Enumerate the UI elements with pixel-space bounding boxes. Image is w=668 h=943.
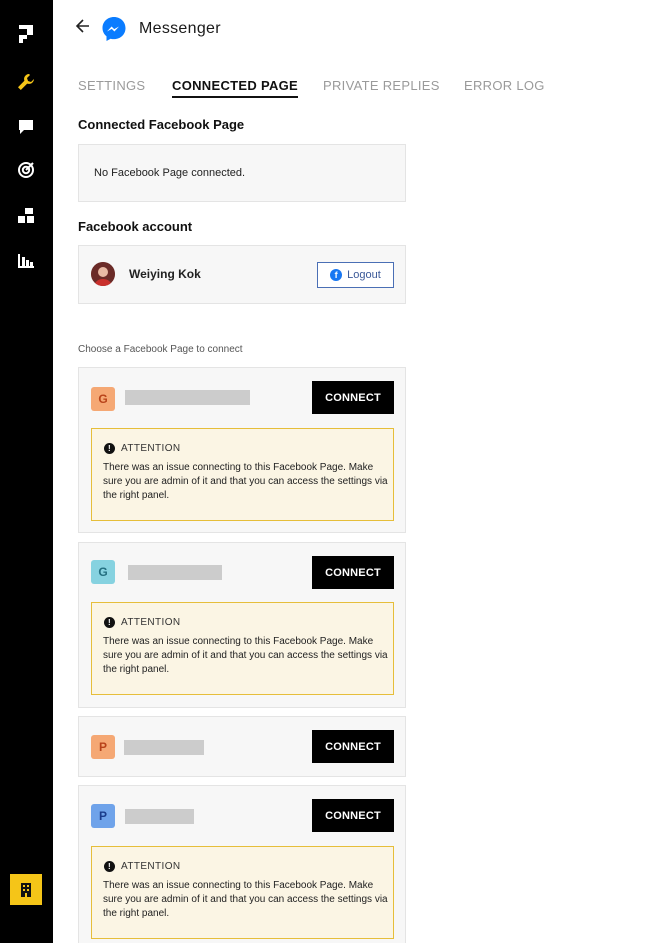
page-name-redacted [125, 809, 194, 824]
connected-page-heading: Connected Facebook Page [78, 117, 245, 132]
connected-page-status: No Facebook Page connected. [94, 167, 246, 179]
logo-icon[interactable] [14, 22, 38, 46]
tab-connected-page[interactable]: CONNECTED PAGE [172, 78, 299, 98]
page-card: G CONNECT ! ATTENTION There was an issue… [78, 542, 406, 708]
messenger-logo-icon [101, 16, 127, 42]
attention-text: There was an issue connecting to this Fa… [103, 880, 388, 919]
page-name-redacted [125, 390, 250, 405]
building-icon[interactable] [10, 874, 42, 905]
facebook-account-heading: Facebook account [78, 219, 193, 234]
sidebar [0, 0, 53, 943]
connect-button[interactable]: CONNECT [312, 730, 394, 763]
page-initial-badge: P [91, 735, 115, 759]
logout-label: Logout [347, 269, 381, 281]
header: Messenger [53, 0, 668, 60]
exclamation-icon: ! [104, 861, 115, 872]
tab-private-replies[interactable]: PRIVATE REPLIES [323, 78, 440, 93]
connected-page-box: No Facebook Page connected. [78, 144, 406, 202]
attention-text: There was an issue connecting to this Fa… [103, 636, 388, 675]
chat-icon[interactable] [14, 115, 38, 139]
attention-title: ATTENTION [121, 861, 181, 872]
avatar [91, 262, 115, 286]
attention-title: ATTENTION [121, 617, 181, 628]
tab-settings[interactable]: SETTINGS [78, 78, 145, 93]
page-initial-badge: G [91, 560, 115, 584]
page-card: P CONNECT [78, 716, 406, 777]
main-content: Messenger SETTINGS CONNECTED PAGE PRIVAT… [53, 0, 668, 943]
attention-text: There was an issue connecting to this Fa… [103, 462, 388, 501]
account-name: Weiying Kok [129, 267, 201, 281]
tab-error-log[interactable]: ERROR LOG [464, 78, 545, 93]
facebook-icon: f [330, 269, 343, 281]
connect-button[interactable]: CONNECT [312, 799, 394, 832]
attention-box: ! ATTENTION There was an issue connectin… [91, 428, 394, 521]
page-initial-badge: P [91, 804, 115, 828]
connect-button[interactable]: CONNECT [312, 381, 394, 414]
page-name-redacted [128, 565, 222, 580]
page-name-redacted [124, 740, 204, 755]
attention-box: ! ATTENTION There was an issue connectin… [91, 602, 394, 695]
page-card: G CONNECT ! ATTENTION There was an issue… [78, 367, 406, 533]
exclamation-icon: ! [104, 443, 115, 454]
page-title: Messenger [139, 20, 221, 37]
attention-title: ATTENTION [121, 443, 181, 454]
wrench-icon[interactable] [14, 70, 38, 94]
bar-chart-icon[interactable] [14, 248, 38, 272]
target-icon[interactable] [14, 158, 38, 182]
exclamation-icon: ! [104, 617, 115, 628]
blocks-icon[interactable] [14, 204, 38, 228]
connect-button[interactable]: CONNECT [312, 556, 394, 589]
facebook-account-box: Weiying Kok f Logout [78, 245, 406, 304]
page-card: P CONNECT ! ATTENTION There was an issue… [78, 785, 406, 943]
logout-button[interactable]: f Logout [317, 262, 394, 288]
page-initial-badge: G [91, 387, 115, 411]
back-arrow-icon[interactable] [75, 16, 93, 38]
attention-box: ! ATTENTION There was an issue connectin… [91, 846, 394, 939]
choose-page-label: Choose a Facebook Page to connect [78, 344, 243, 355]
